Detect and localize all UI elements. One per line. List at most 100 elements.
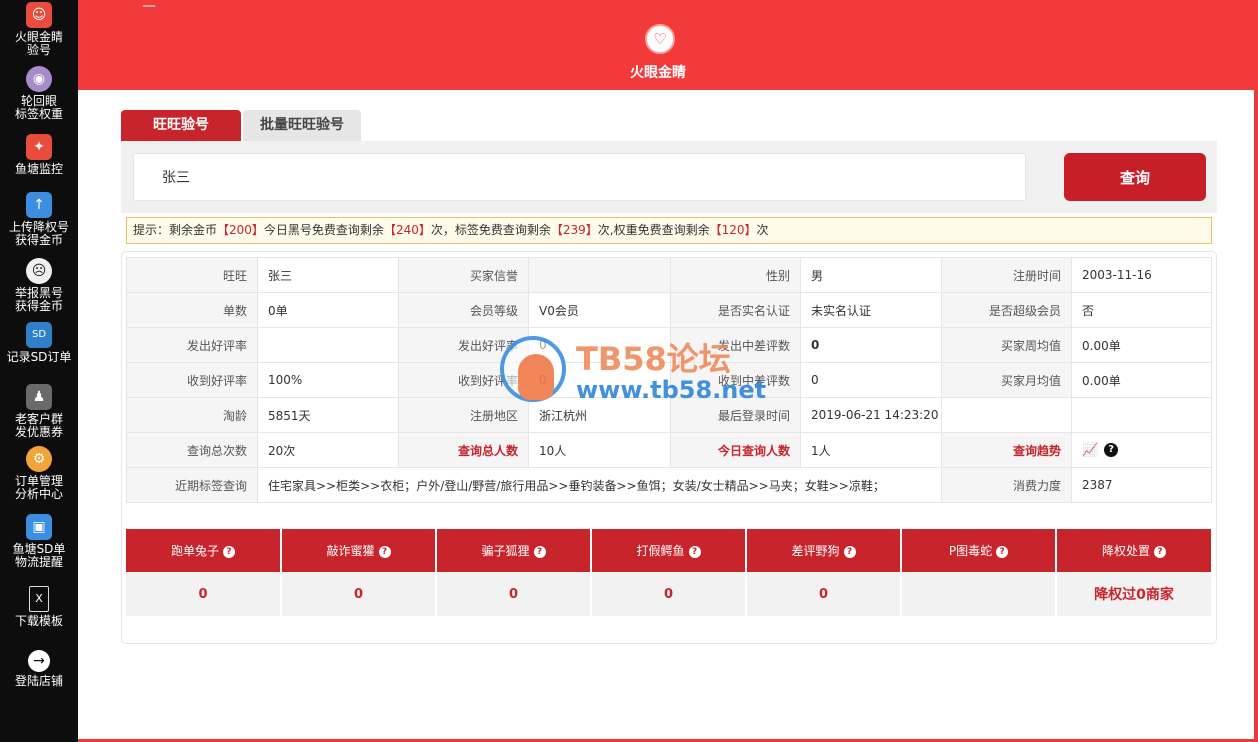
info-value: 10人 xyxy=(528,432,671,468)
monitor-icon: SD xyxy=(26,322,52,348)
info-value: 张三 xyxy=(257,257,399,293)
sidebar-item-label: 举报黑号 获得金币 xyxy=(14,286,63,313)
weight-count: 【120】 xyxy=(709,223,757,237)
info-value: 0 xyxy=(800,362,942,398)
sidebar-item-coupons[interactable]: ♟ 老客户群 发优惠券 xyxy=(0,384,78,439)
info-label: 性别 xyxy=(670,257,801,293)
query-button[interactable]: 查询 xyxy=(1064,153,1206,201)
sidebar-item-label: 订单管理 分析中心 xyxy=(14,474,63,501)
info-label: 会员等级 xyxy=(398,292,529,328)
tag-count: 【239】 xyxy=(550,223,598,237)
sidebar-item-rinnegan[interactable]: ◉ 轮回眼 标签权重 xyxy=(0,66,78,121)
info-label: 查询总人数 xyxy=(398,432,529,468)
info-label: 查询趋势 xyxy=(941,432,1072,468)
help-icon[interactable]: ? xyxy=(1104,443,1119,457)
table-row: 近期标签查询 住宅家具>>柜类>>衣柜；户外/登山/野营/旅行用品>>垂钓装备>… xyxy=(126,467,1212,503)
info-value: 0.00单 xyxy=(1071,327,1212,363)
sidebar-item-label: 登陆店铺 xyxy=(14,674,63,688)
sidebar: ☺ 火眼金睛 验号 ◉ 轮回眼 标签权重 ✦ 鱼塘监控 ↑ 上传降权号 获得金币… xyxy=(0,0,78,742)
info-label: 淘龄 xyxy=(126,397,258,433)
black-count: 【240】 xyxy=(383,223,431,237)
risk-header: P图毒蛇? xyxy=(901,529,1057,572)
help-icon[interactable]: ? xyxy=(533,545,546,558)
sidebar-item-upload[interactable]: ↑ 上传降权号 获得金币 xyxy=(0,192,78,247)
tab-wangwang-check[interactable]: 旺旺验号 xyxy=(121,110,241,141)
sidebar-item-fish-monitor[interactable]: ✦ 鱼塘监控 xyxy=(0,134,78,176)
sidebar-item-logistics[interactable]: ▣ 鱼塘SD单 物流提醒 xyxy=(0,514,78,569)
info-label: 消费力度 xyxy=(941,467,1072,503)
risk-header-label: 打假鳄鱼 xyxy=(636,544,685,558)
risk-value: 0 xyxy=(436,572,592,616)
tab-batch-check[interactable]: 批量旺旺验号 xyxy=(243,110,361,141)
help-icon[interactable]: ? xyxy=(1154,545,1166,558)
recent-tags-value: 住宅家具>>柜类>>衣柜；户外/登山/野营/旅行用品>>垂钓装备>>鱼饵；女装/… xyxy=(257,467,942,503)
risk-value: 0 xyxy=(126,572,282,616)
sidebar-item-download-template[interactable]: X 下载模板 xyxy=(0,586,78,628)
info-label: 查询总次数 xyxy=(126,432,258,468)
user-icon: ♟ xyxy=(26,384,52,410)
table-row: 淘龄 5851天 注册地区 浙江杭州 最后登录时间 2019-06-21 14:… xyxy=(126,397,1212,433)
info-value: 0单 xyxy=(257,292,399,328)
info-value: 0 xyxy=(528,327,671,363)
risk-header-label: 降权处置 xyxy=(1101,544,1150,558)
notice-text: 次，标签免费查询剩余 xyxy=(430,223,551,237)
info-label: 单数 xyxy=(126,292,258,328)
sidebar-item-order-mgmt[interactable]: ⚙ 订单管理 分析中心 xyxy=(0,446,78,501)
info-label: 收到中差评数 xyxy=(670,362,801,398)
report-icon: ☹ xyxy=(26,258,52,284)
risk-value: 降权过0商家 xyxy=(1056,572,1211,616)
info-label: 收到好评率 xyxy=(126,362,258,398)
info-value: 浙江杭州 xyxy=(528,397,671,433)
sidebar-item-label: 老客户群 发优惠券 xyxy=(14,412,63,439)
table-row: 跑单兔子? 敲诈蜜獾? 骗子狐狸? 打假鳄鱼? 差评野狗? P图毒蛇? 降权处置… xyxy=(126,529,1211,572)
info-label: 发出中差评数 xyxy=(670,327,801,363)
info-label: 是否超级会员 xyxy=(941,292,1072,328)
sidebar-item-login-shop[interactable]: → 登陆店铺 xyxy=(0,650,78,688)
sidebar-item-report[interactable]: ☹ 举报黑号 获得金币 xyxy=(0,258,78,313)
sidebar-item-label: 轮回眼 标签权重 xyxy=(14,94,63,121)
help-icon[interactable]: ? xyxy=(996,545,1009,558)
risk-header-label: 跑单兔子 xyxy=(170,544,219,558)
risk-header-label: 骗子狐狸 xyxy=(481,544,530,558)
risk-header: 跑单兔子? xyxy=(126,529,282,572)
risk-value xyxy=(901,572,1057,616)
risk-value: 0 xyxy=(591,572,747,616)
rinnegan-icon: ◉ xyxy=(26,66,52,92)
info-label: 买家月均值 xyxy=(941,362,1072,398)
info-label: 买家周均值 xyxy=(941,327,1072,363)
help-icon[interactable]: ? xyxy=(688,545,701,558)
info-label: 收到好评率 xyxy=(398,362,529,398)
gear-icon: ⚙ xyxy=(26,446,52,472)
table-row: 旺旺 张三 买家信誉 性别 男 注册时间 2003-11-16 xyxy=(126,257,1212,293)
info-value xyxy=(528,257,671,293)
sidebar-item-huoyan[interactable]: ☺ 火眼金睛 验号 xyxy=(0,2,78,57)
info-label: 买家信誉 xyxy=(398,257,529,293)
help-icon[interactable]: ? xyxy=(223,545,235,558)
info-value: 0 xyxy=(800,327,942,363)
info-value: 100% xyxy=(257,362,399,398)
info-label: 注册地区 xyxy=(398,397,529,433)
info-label: 注册时间 xyxy=(941,257,1072,293)
fish-icon: ✦ xyxy=(26,134,52,160)
risk-header: 差评野狗? xyxy=(746,529,902,572)
risk-header: 打假鳄鱼? xyxy=(591,529,747,572)
info-label xyxy=(941,397,1072,433)
search-input[interactable] xyxy=(133,153,1026,201)
risk-value: 0 xyxy=(281,572,437,616)
help-icon[interactable]: ? xyxy=(843,545,856,558)
info-value: 5851天 xyxy=(257,397,399,433)
info-value: 1人 xyxy=(800,432,942,468)
minimize-button[interactable]: — xyxy=(142,0,156,14)
sidebar-item-sd-orders[interactable]: SD 记录SD订单 xyxy=(0,322,78,364)
info-label: 今日查询人数 xyxy=(670,432,801,468)
trend-chart-icon[interactable]: 📈 xyxy=(1082,443,1098,458)
sidebar-item-label: 记录SD订单 xyxy=(6,350,72,364)
notice-text: 次,权重免费查询剩余 xyxy=(597,223,710,237)
risk-header: 骗子狐狸? xyxy=(436,529,592,572)
info-value: 否 xyxy=(1071,292,1212,328)
info-value: 0.00单 xyxy=(1071,362,1212,398)
notice-text: 提示：剩余金币 xyxy=(133,223,218,237)
help-icon[interactable]: ? xyxy=(378,545,391,558)
risk-header-label: 敲诈蜜獾 xyxy=(326,544,375,558)
table-row: 发出好评率 发出好评率 0 发出中差评数 0 买家周均值 0.00单 xyxy=(126,327,1212,363)
